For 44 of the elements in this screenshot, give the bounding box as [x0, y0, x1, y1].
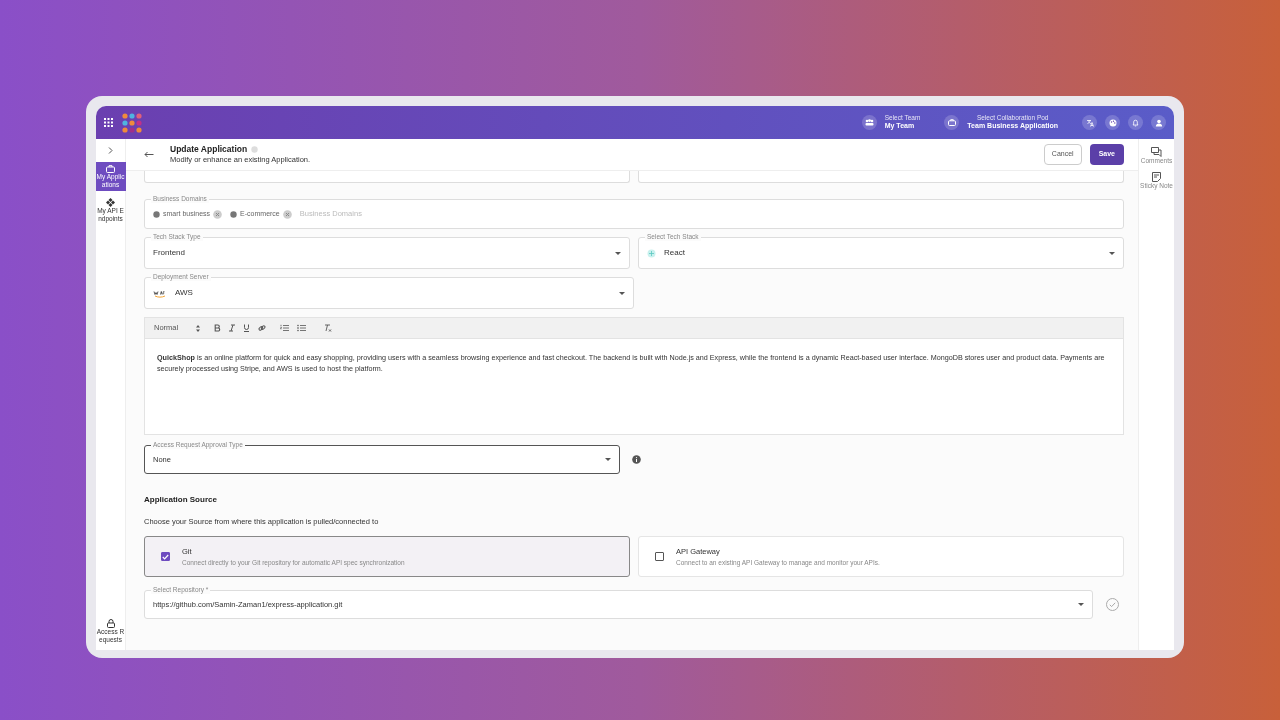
text-editor[interactable] [144, 339, 1124, 435]
user-avatar-icon[interactable] [1151, 115, 1166, 130]
bell-icon[interactable] [1128, 115, 1143, 130]
bullet-list-icon[interactable] [297, 324, 307, 332]
team-icon[interactable] [861, 115, 877, 130]
ordered-list-icon[interactable] [280, 324, 290, 332]
updown-arrows-icon[interactable] [196, 324, 201, 332]
text-field[interactable] [638, 171, 1124, 183]
dropdown-caret-icon [605, 458, 611, 461]
italic-icon[interactable] [229, 324, 236, 332]
note-icon[interactable] [1152, 172, 1161, 183]
clear-format-icon[interactable] [324, 324, 333, 332]
underline-icon[interactable] [243, 324, 251, 332]
atom-icon [647, 248, 656, 258]
palette-icon[interactable] [1105, 115, 1120, 130]
briefcase-icon [106, 165, 115, 174]
dropdown-caret-icon [1078, 603, 1084, 607]
select-value: AWS [175, 287, 193, 299]
checkbox[interactable] [655, 552, 664, 562]
briefcase-icon[interactable] [944, 115, 960, 130]
select-value: React [664, 247, 685, 259]
bold-icon[interactable] [214, 324, 222, 332]
diamond-grid-icon [106, 198, 115, 208]
select-value: Frontend [153, 247, 186, 259]
info-icon [251, 145, 259, 153]
dots-logo-icon [121, 111, 143, 134]
comment-icon[interactable] [1151, 147, 1162, 157]
checkbox[interactable] [161, 552, 170, 562]
dropdown-caret-icon [619, 291, 625, 295]
info-icon[interactable] [632, 455, 641, 464]
lock-icon [106, 619, 115, 629]
translate-icon[interactable] [1082, 115, 1097, 130]
cloud-logo-icon [153, 288, 167, 298]
dropdown-caret-icon [1109, 251, 1115, 255]
close-icon[interactable] [213, 209, 223, 219]
dropdown-caret-icon [615, 251, 621, 255]
back-arrow-icon[interactable] [144, 151, 154, 158]
check-circle-icon[interactable] [1106, 598, 1119, 612]
page-title: Update Application [170, 143, 248, 156]
link-icon[interactable] [258, 324, 267, 332]
close-icon[interactable] [282, 209, 292, 219]
apps-grid-icon[interactable] [104, 118, 113, 127]
text-field[interactable] [144, 171, 630, 183]
section-title: Application Source [144, 494, 218, 506]
